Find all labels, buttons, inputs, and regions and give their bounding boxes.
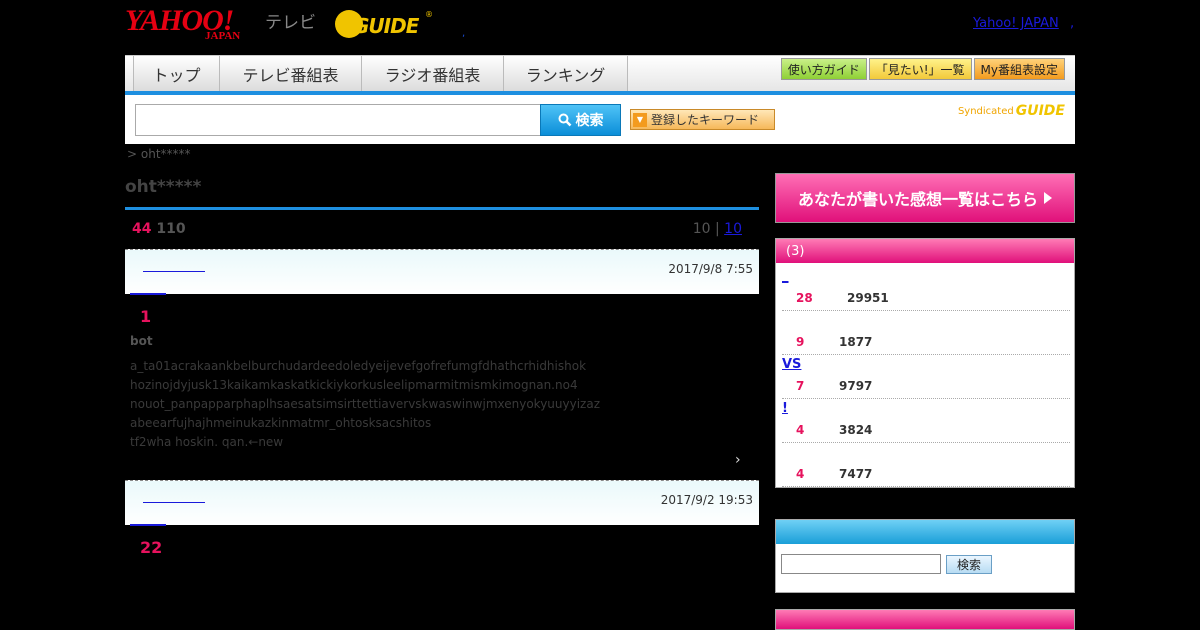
entry-number: 1 [140,307,152,326]
ranking-value: 1877 [839,335,873,349]
ranking-box: (3) _ 28 29951 9 1877 VS 7 9797 ! 4 3824… [775,238,1075,488]
search-button[interactable]: 検索 [540,104,621,136]
chevron-right-icon[interactable]: › [735,452,741,468]
yahoo-japan-link[interactable]: Yahoo! JAPAN [973,16,1059,31]
search-icon [558,113,571,127]
side-search-button[interactable]: 検索 [946,555,992,574]
ranking-count: 28 [796,291,813,305]
ranking-count: 4 [796,423,805,437]
side-search-box: 検索 [775,519,1075,593]
ranking-value: 9797 [839,379,873,393]
saved-keywords-button[interactable]: ▼ 登録したキーワード [630,109,775,130]
dropdown-arrow-icon: ▼ [633,112,647,127]
count-primary: 44 [132,221,152,237]
entry-body-line: abeearfujhajhmeinukazkinmatmr_ohtosksacs… [130,416,432,430]
entry-user-link[interactable] [130,293,166,295]
page: YAHOO! JAPAN テレビ GUIDE ® , Yahoo! JAPAN … [0,0,1200,630]
tab-ranking[interactable]: ランキング [503,56,628,91]
syndicated-logo: Syndicated GUIDE [958,103,1065,119]
paging-prefix: 10 | [692,221,720,237]
tab-tv-schedule[interactable]: テレビ番組表 [219,56,361,91]
japan-logo-text: JAPAN [205,30,241,42]
ranking-count: 9 [796,335,805,349]
ranking-row: VS 7 9797 [782,355,1070,399]
entry-title-link[interactable] [143,489,205,503]
search-button-label: 検索 [575,113,604,129]
search-bar: 検索 ▼ 登録したキーワード Syndicated GUIDE [125,95,1075,144]
entry-header: 2017/9/2 19:53 [125,480,759,525]
entry-body-line: hozinojdyjusk13kaikamkaskatkickiykorkusl… [130,378,578,392]
tab-radio-schedule[interactable]: ラジオ番組表 [361,56,503,91]
banner-label: あなたが書いた感想一覧はこちら [797,190,1038,209]
paging: 10 | 10 [693,221,742,237]
entry-body: a_ta01acrakaankbelburchudardeedoledyeije… [130,357,730,452]
ranking-value: 3824 [839,423,873,437]
tab-top[interactable]: トップ [133,56,219,91]
yahoo-logo-text: YAHOO! [125,4,234,37]
ranking-row: 9 1877 [782,311,1070,355]
syndicated-gguide-logo: GUIDE [1015,103,1065,119]
ranking-header: (3) [776,239,1074,263]
entry-header: 2017/9/8 7:55 [125,249,759,294]
triangle-right-icon [1044,192,1052,204]
ranking-value: 7477 [839,467,873,481]
entry-body-line: tf2wha hoskin. qan.←new [130,435,284,449]
count-secondary: 110 [156,221,186,237]
entry-user-link[interactable] [130,524,166,526]
page-title: oht***** [125,177,202,197]
breadcrumb: > oht***** [127,147,191,161]
my-reviews-banner[interactable]: あなたが書いた感想一覧はこちら [775,173,1075,223]
nav-right-buttons: 使い方ガイド 「見たい!」一覧 My番組表設定 [780,58,1065,80]
ranking-count: 4 [796,467,805,481]
entry-bot-label: bot [130,334,153,348]
side-search-input[interactable] [781,554,941,574]
entry-body-line: a_ta01acrakaankbelburchudardeedoledyeije… [130,359,587,373]
nav-tabs: トップ テレビ番組表 ラジオ番組表 ランキング [133,56,628,91]
entry-number: 22 [140,538,163,557]
side-box-header [775,609,1075,630]
ranking-row: ! 4 3824 [782,399,1070,443]
my-schedule-settings-button[interactable]: My番組表設定 [973,58,1065,80]
global-nav: トップ テレビ番組表 ラジオ番組表 ランキング 使い方ガイド 「見たい!」一覧 … [125,55,1075,95]
gguide-logo-text: GUIDE [353,14,419,38]
result-counts: 44 110 [132,221,186,237]
entry-title-link[interactable] [143,258,205,272]
gguide-logo[interactable]: GUIDE ® [335,8,435,40]
yahoo-japan-logo[interactable]: YAHOO! JAPAN [125,4,265,43]
paging-link[interactable]: 10 [724,221,742,237]
entry-body-line: nouot_panpapparphaplhsaesatsimsirttettia… [130,397,601,411]
saved-keywords-label: 登録したキーワード [651,113,760,127]
watchlist-button[interactable]: 「見たい!」一覧 [868,58,972,80]
tv-logo-text: テレビ [265,13,316,33]
registered-mark: ® [425,10,433,19]
syndicated-text: Syndicated [957,105,1014,117]
entry-date: 2017/9/2 19:53 [660,493,753,507]
ranking-title-link[interactable]: ! [782,401,788,416]
usage-guide-button[interactable]: 使い方ガイド [780,58,867,80]
ranking-row: _ 28 29951 [782,267,1070,311]
entry-date: 2017/9/8 7:55 [668,262,753,276]
ranking-row: 4 7477 [782,443,1070,487]
header-dot-right: , [1070,16,1075,31]
search-input[interactable] [135,104,541,136]
ranking-title-link[interactable]: VS [782,357,801,372]
ranking-title-link[interactable]: _ [782,269,789,284]
header-dot: , [462,28,466,39]
title-divider [125,207,759,210]
ranking-value: 29951 [847,291,889,305]
ranking-count: 7 [796,379,805,393]
side-search-header [776,520,1074,544]
